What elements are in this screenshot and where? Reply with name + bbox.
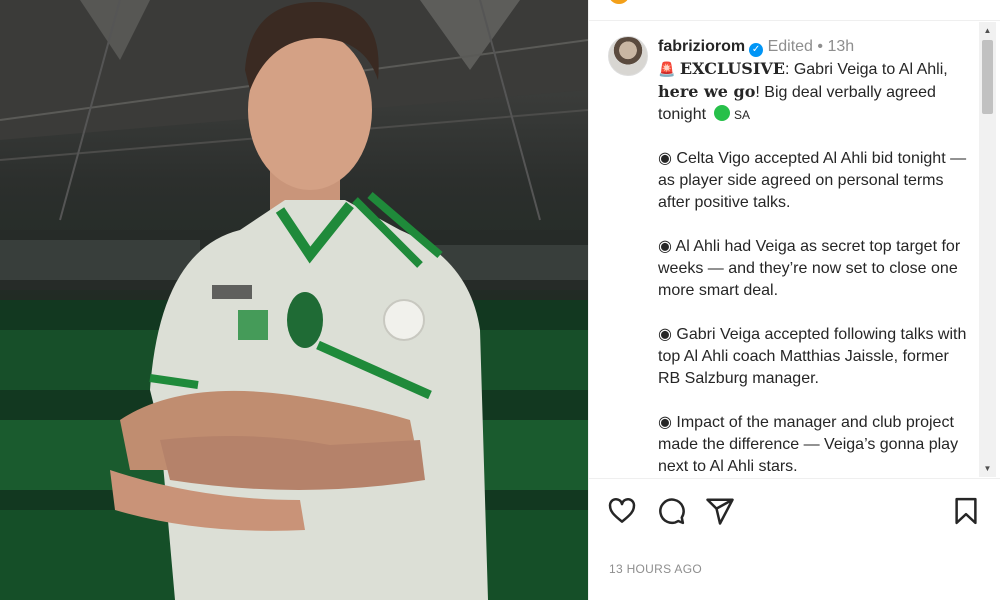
verified-badge-icon: ✓ <box>749 43 764 57</box>
scroll-up-icon[interactable]: ▲ <box>979 22 996 39</box>
post-image[interactable] <box>0 0 588 600</box>
caption-bullet: ◉ Al Ahli had Veiga as secret top target… <box>658 238 961 299</box>
save-button[interactable] <box>951 496 981 526</box>
scrollbar-thumb[interactable] <box>982 40 993 114</box>
caption-area: fabriziorom ✓ Edited • 13h 🚨 EXCLUSIVE: G… <box>589 22 979 477</box>
post-timestamp[interactable]: 13 HOURS AGO <box>609 562 702 576</box>
header-strip <box>589 0 1000 21</box>
meta-separator: • <box>817 38 824 55</box>
here-we-go-label: here we go <box>658 82 756 101</box>
action-bar <box>589 478 1000 544</box>
share-button[interactable] <box>705 496 735 526</box>
heart-icon <box>608 498 636 523</box>
caption-bullet: ◉ Celta Vigo accepted Al Ahli bid tonigh… <box>658 150 967 211</box>
story-ring-icon[interactable] <box>609 0 629 4</box>
caption-bullet: ◉ Gabri Veiga accepted following talks w… <box>658 326 967 387</box>
post-caption: fabriziorom ✓ Edited • 13h 🚨 EXCLUSIVE: G… <box>658 36 968 477</box>
avatar[interactable] <box>608 36 648 76</box>
caption-line1: : Gabri Veiga to Al Ahli, <box>784 61 948 78</box>
caption-intro: 🚨 EXCLUSIVE: Gabri Veiga to Al Ahli, her… <box>658 58 968 126</box>
edited-label: Edited <box>767 38 813 55</box>
username-link[interactable]: fabriziorom <box>658 38 745 55</box>
caption-header: fabriziorom ✓ Edited • 13h <box>658 36 968 58</box>
comment-button[interactable] <box>656 496 686 526</box>
comment-icon <box>659 498 685 525</box>
caption-scrollbar[interactable]: ▲ ▼ <box>979 22 996 477</box>
exclusive-label: EXCLUSIVE <box>679 59 785 78</box>
time-ago[interactable]: 13h <box>827 38 854 55</box>
flag-icon <box>713 105 730 121</box>
bookmark-icon <box>955 497 977 525</box>
scroll-down-icon[interactable]: ▼ <box>979 460 996 477</box>
post-photo-illustration <box>0 0 588 600</box>
siren-icon: 🚨 <box>658 61 676 77</box>
caption-bullet: ◉ Impact of the manager and club project… <box>658 414 959 475</box>
share-icon <box>706 498 734 525</box>
post-sidebar: fabriziorom ✓ Edited • 13h 🚨 EXCLUSIVE: G… <box>588 0 1000 600</box>
like-button[interactable] <box>607 496 637 526</box>
flag-label: SA <box>733 108 750 122</box>
